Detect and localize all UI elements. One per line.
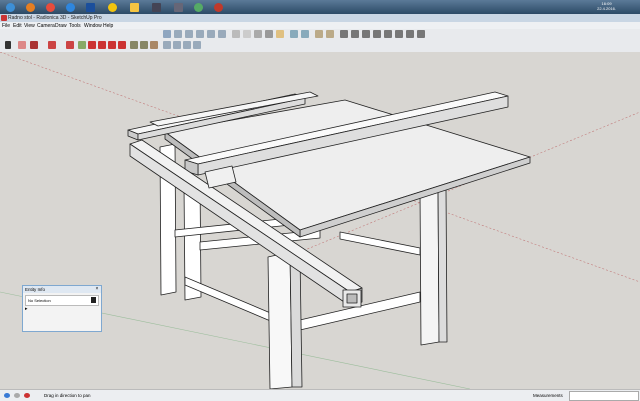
save-icon[interactable] (82, 1, 98, 13)
wireframe-style-icon[interactable] (243, 30, 251, 38)
leg-front-left (267, 251, 293, 389)
move-icon[interactable] (88, 41, 96, 49)
offset-icon[interactable] (118, 41, 126, 49)
right-view-icon[interactable] (196, 30, 204, 38)
xray-style-icon[interactable] (232, 30, 240, 38)
leg-front-right-side (437, 185, 448, 343)
shaded-style-icon[interactable] (265, 30, 273, 38)
front-view-icon[interactable] (185, 30, 193, 38)
clock[interactable]: 16:09 22.4.2016. (597, 1, 616, 11)
leg-front-right (419, 185, 440, 346)
menu-camera[interactable]: Camera (37, 23, 55, 29)
rail-tube-hole (346, 293, 358, 304)
tape-measure-icon[interactable] (130, 41, 138, 49)
display-section-icon[interactable] (301, 30, 309, 38)
section-plane-icon[interactable] (290, 30, 298, 38)
window-icon[interactable] (170, 1, 186, 13)
stretcher-low-left (184, 276, 281, 326)
text-icon[interactable] (140, 41, 148, 49)
expand-icon[interactable]: ▸ (25, 306, 28, 312)
window-titlebar: Radno stol - Radionica 3D - SketchUp Pro (0, 14, 640, 22)
subtract-icon[interactable] (395, 30, 403, 38)
entity-info-panel: Entity Info × No Selection ▸ (22, 285, 102, 332)
sketchup-logo-icon (1, 15, 7, 21)
hidden-line-style-icon[interactable] (254, 30, 262, 38)
entity-info-title: Entity Info (25, 287, 46, 292)
warehouse-icon[interactable] (315, 30, 323, 38)
select-arrow-icon[interactable] (5, 41, 11, 49)
union-icon[interactable] (384, 30, 392, 38)
menu-bar: File Edit View Camera Draw Tools Window … (0, 22, 640, 29)
firefox-icon[interactable] (22, 1, 38, 13)
selection-type-icon (91, 297, 96, 303)
close-icon[interactable]: × (94, 286, 100, 292)
pencil-icon[interactable] (30, 41, 38, 49)
geo-location-icon[interactable] (4, 393, 10, 398)
media-player-icon[interactable] (62, 1, 78, 13)
selection-label: No Selection (28, 298, 51, 303)
scale-icon[interactable] (108, 41, 116, 49)
component-icon[interactable] (340, 30, 348, 38)
system-tray: 16:09 22.4.2016. (500, 0, 640, 14)
menu-edit[interactable]: Edit (13, 23, 22, 29)
taskbar: 16:09 22.4.2016. (0, 0, 640, 14)
entity-info-selection: No Selection (25, 295, 99, 306)
window-title: Radno stol - Radionica 3D - SketchUp Pro (8, 15, 102, 21)
group-icon[interactable] (351, 30, 359, 38)
share-model-icon[interactable] (326, 30, 334, 38)
orbit-icon[interactable] (163, 41, 171, 49)
sketchup-icon[interactable] (210, 1, 226, 13)
stretcher-right (339, 231, 421, 256)
rectangle-icon[interactable] (66, 41, 74, 49)
top-view-icon[interactable] (174, 30, 182, 38)
iso-view-icon[interactable] (163, 30, 171, 38)
menu-window[interactable]: Window (84, 23, 102, 29)
outliner-icon[interactable] (362, 30, 370, 38)
menu-help[interactable]: Help (103, 23, 113, 29)
arc-icon[interactable] (48, 41, 56, 49)
monitor-icon[interactable] (148, 1, 164, 13)
back-view-icon[interactable] (207, 30, 215, 38)
trim-icon[interactable] (406, 30, 414, 38)
split-icon[interactable] (417, 30, 425, 38)
menu-draw[interactable]: Draw (55, 23, 67, 29)
menu-file[interactable]: File (2, 23, 10, 29)
menu-tools[interactable]: Tools (69, 23, 81, 29)
model-viewport[interactable] (0, 52, 640, 389)
tools-toolbar (0, 39, 640, 53)
app-icon[interactable] (104, 1, 120, 13)
start-button[interactable] (2, 1, 18, 13)
left-view-icon[interactable] (218, 30, 226, 38)
folder-icon[interactable] (126, 1, 142, 13)
entity-info-header: Entity Info × (23, 286, 101, 293)
status-bar: Drag in direction to pan Measurements (0, 389, 640, 401)
help-icon[interactable] (24, 393, 30, 398)
textured-style-icon[interactable] (276, 30, 284, 38)
tool-icon[interactable] (190, 1, 206, 13)
zoom-icon[interactable] (183, 41, 191, 49)
pan-icon[interactable] (173, 41, 181, 49)
solid-tools-icon[interactable] (373, 30, 381, 38)
zoom-extents-icon[interactable] (193, 41, 201, 49)
credits-icon[interactable] (14, 393, 20, 398)
status-hint: Drag in direction to pan (44, 393, 91, 398)
chrome-icon[interactable] (42, 1, 58, 13)
push-pull-icon[interactable] (78, 41, 86, 49)
eraser-icon[interactable] (18, 41, 26, 49)
table-saw-model (0, 52, 640, 389)
rotate-icon[interactable] (98, 41, 106, 49)
paint-bucket-icon[interactable] (150, 41, 158, 49)
menu-view[interactable]: View (24, 23, 35, 29)
measurements-label: Measurements (533, 393, 563, 398)
